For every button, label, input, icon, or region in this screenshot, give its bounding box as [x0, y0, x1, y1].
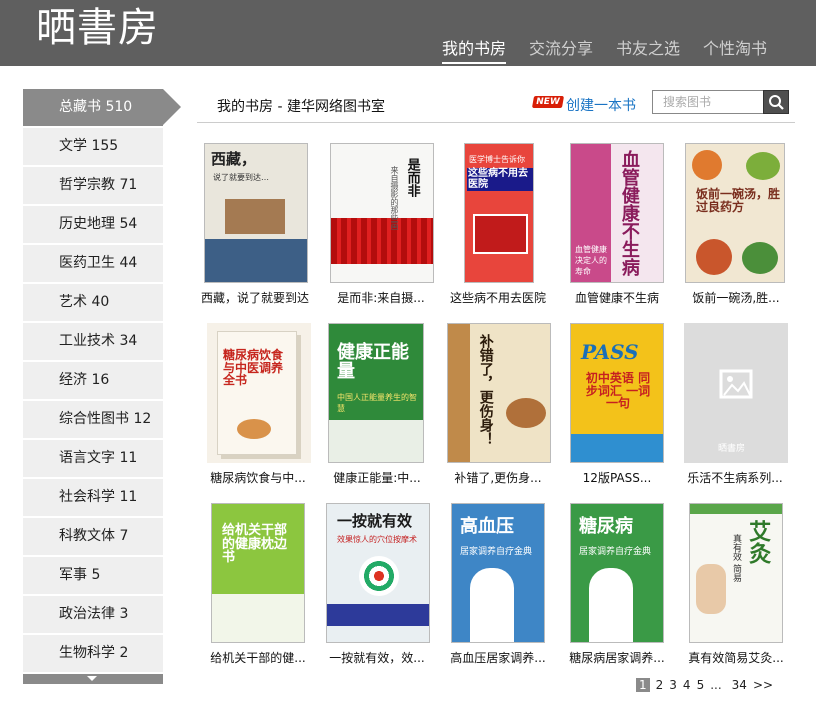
book-item[interactable]: 一按就有效 效果惊人的穴位按摩术 一按就有效，效... — [322, 503, 432, 666]
book-item[interactable]: 艾灸 真有效 简易 真有效简易艾灸... — [681, 503, 791, 666]
book-item[interactable]: 补错了，更伤身！ 补错了,更伤身... — [443, 323, 553, 486]
book-item[interactable]: 糖尿病 居家调养自疗金典 糖尿病居家调养... — [562, 503, 672, 666]
book-cover: 是而非 来自摄影的那些画 — [330, 143, 434, 283]
category-politics-law[interactable]: 政治法律 3 — [23, 596, 163, 633]
nav-my-study[interactable]: 我的书房 — [442, 35, 507, 64]
book-title: 糖尿病居家调养... — [569, 651, 665, 665]
book-item[interactable]: 高血压 居家调养自疗金典 高血压居家调养... — [443, 503, 553, 666]
book-item[interactable]: 医学博士告诉你 这些病不用去医院 这些病不用去医院 — [443, 143, 553, 306]
category-military[interactable]: 军事 5 — [23, 557, 163, 594]
book-cover: 饭前一碗汤，胜过良药方 — [685, 143, 785, 283]
book-title: 健康正能量:中... — [333, 471, 421, 485]
category-economics[interactable]: 经济 16 — [23, 362, 163, 399]
sidebar-expand-button[interactable] — [23, 674, 163, 684]
book-item[interactable]: 健康正能量 中国人正能量养生的智慧 健康正能量:中... — [322, 323, 432, 486]
book-title: 高血压居家调养... — [450, 651, 546, 665]
book-title: 西藏，说了就要到达 — [200, 291, 309, 305]
top-bar: 晒書房 我的书房 交流分享 书友之选 个性淘书 — [0, 0, 816, 66]
category-sidebar: 总藏书 510 文学 155 哲学宗教 71 历史地理 54 医药卫生 44 艺… — [23, 89, 181, 684]
book-cover: 艾灸 真有效 简易 — [689, 503, 783, 643]
nav-friends-picks[interactable]: 书友之选 — [616, 35, 680, 64]
new-badge: NEW — [531, 96, 564, 108]
page-5[interactable]: 5 — [697, 678, 705, 692]
category-art[interactable]: 艺术 40 — [23, 284, 163, 321]
book-cover: PASS 初中英语 同步词汇 一词一句 — [570, 323, 664, 463]
book-cover-placeholder: 晒書房 — [684, 323, 788, 463]
category-all[interactable]: 总藏书 510 — [23, 89, 181, 126]
book-cover: 给机关干部的健康枕边书 — [211, 503, 305, 643]
page-ellipsis: ... — [710, 678, 722, 692]
category-industry[interactable]: 工业技术 34 — [23, 323, 163, 360]
book-item[interactable]: 饭前一碗汤，胜过良药方 饭前一碗汤,胜... — [681, 143, 791, 306]
category-biology[interactable]: 生物科学 2 — [23, 635, 163, 672]
create-book-link[interactable]: 创建一本书 — [566, 95, 636, 115]
book-item[interactable]: 西藏， 说了就要到达… 西藏，说了就要到达 — [200, 143, 310, 306]
book-title: 12版PASS... — [582, 471, 652, 485]
pagination: 1 2 3 4 5 ... 34 >> — [636, 678, 779, 692]
book-cover: 糖尿病 居家调养自疗金典 — [570, 503, 664, 643]
book-title: 糖尿病饮食与中... — [210, 471, 306, 485]
search-button[interactable] — [763, 90, 789, 114]
search-input[interactable] — [652, 90, 764, 114]
main-nav: 我的书房 交流分享 书友之选 个性淘书 — [442, 35, 790, 64]
page-1[interactable]: 1 — [636, 678, 650, 692]
nav-share[interactable]: 交流分享 — [529, 35, 593, 64]
book-item[interactable]: 给机关干部的健康枕边书 给机关干部的健... — [203, 503, 313, 666]
book-title: 给机关干部的健... — [210, 651, 306, 665]
page-4[interactable]: 4 — [683, 678, 691, 692]
book-title: 乐活不生病系列... — [687, 471, 783, 485]
book-cover: 健康正能量 中国人正能量养生的智慧 — [328, 323, 424, 463]
header-divider — [197, 122, 795, 123]
book-title: 饭前一碗汤,胜... — [692, 291, 780, 305]
search-icon — [769, 95, 784, 110]
book-title: 补错了,更伤身... — [454, 471, 542, 485]
book-cover: 医学博士告诉你 这些病不用去医院 — [464, 143, 534, 283]
book-item[interactable]: PASS 初中英语 同步词汇 一词一句 12版PASS... — [562, 323, 672, 486]
book-cover: 血管健康不生病 血管健康决定人的寿命 — [570, 143, 664, 283]
book-item[interactable]: 晒書房 乐活不生病系列... — [680, 323, 790, 486]
page-3[interactable]: 3 — [669, 678, 677, 692]
page-2[interactable]: 2 — [656, 678, 664, 692]
next-page-button[interactable]: >> — [753, 678, 773, 692]
category-philosophy-religion[interactable]: 哲学宗教 71 — [23, 167, 163, 204]
category-history-geography[interactable]: 历史地理 54 — [23, 206, 163, 243]
book-title: 这些病不用去医院 — [449, 291, 546, 305]
book-title: 是而非:来自摄... — [337, 291, 425, 305]
book-item[interactable]: 是而非 来自摄影的那些画 是而非:来自摄... — [326, 143, 436, 306]
category-medicine[interactable]: 医药卫生 44 — [23, 245, 163, 282]
page-34[interactable]: 34 — [732, 678, 747, 692]
book-cover: 西藏， 说了就要到达… — [204, 143, 308, 283]
book-item[interactable]: 糖尿病饮食与中医调养全书 糖尿病饮食与中... — [203, 323, 313, 486]
category-social-science[interactable]: 社会科学 11 — [23, 479, 163, 516]
book-cover: 高血压 居家调养自疗金典 — [451, 503, 545, 643]
chevron-down-icon — [87, 676, 97, 681]
page-title: 我的书房 - 建华网络图书室 — [217, 99, 385, 115]
book-cover: 糖尿病饮食与中医调养全书 — [207, 323, 311, 463]
category-literature[interactable]: 文学 155 — [23, 128, 163, 165]
nav-book-shopping[interactable]: 个性淘书 — [703, 35, 767, 64]
book-cover: 补错了，更伤身！ — [447, 323, 551, 463]
category-language[interactable]: 语言文字 11 — [23, 440, 163, 477]
site-logo[interactable]: 晒書房 — [36, 4, 159, 52]
book-cover: 一按就有效 效果惊人的穴位按摩术 — [326, 503, 430, 643]
book-title: 一按就有效，效... — [329, 651, 425, 665]
book-title: 血管健康不生病 — [574, 291, 659, 305]
category-education-sports[interactable]: 科教文体 7 — [23, 518, 163, 555]
book-item[interactable]: 血管健康不生病 血管健康决定人的寿命 血管健康不生病 — [562, 143, 672, 306]
book-title: 真有效简易艾灸... — [688, 651, 784, 665]
category-general[interactable]: 综合性图书 12 — [23, 401, 163, 438]
